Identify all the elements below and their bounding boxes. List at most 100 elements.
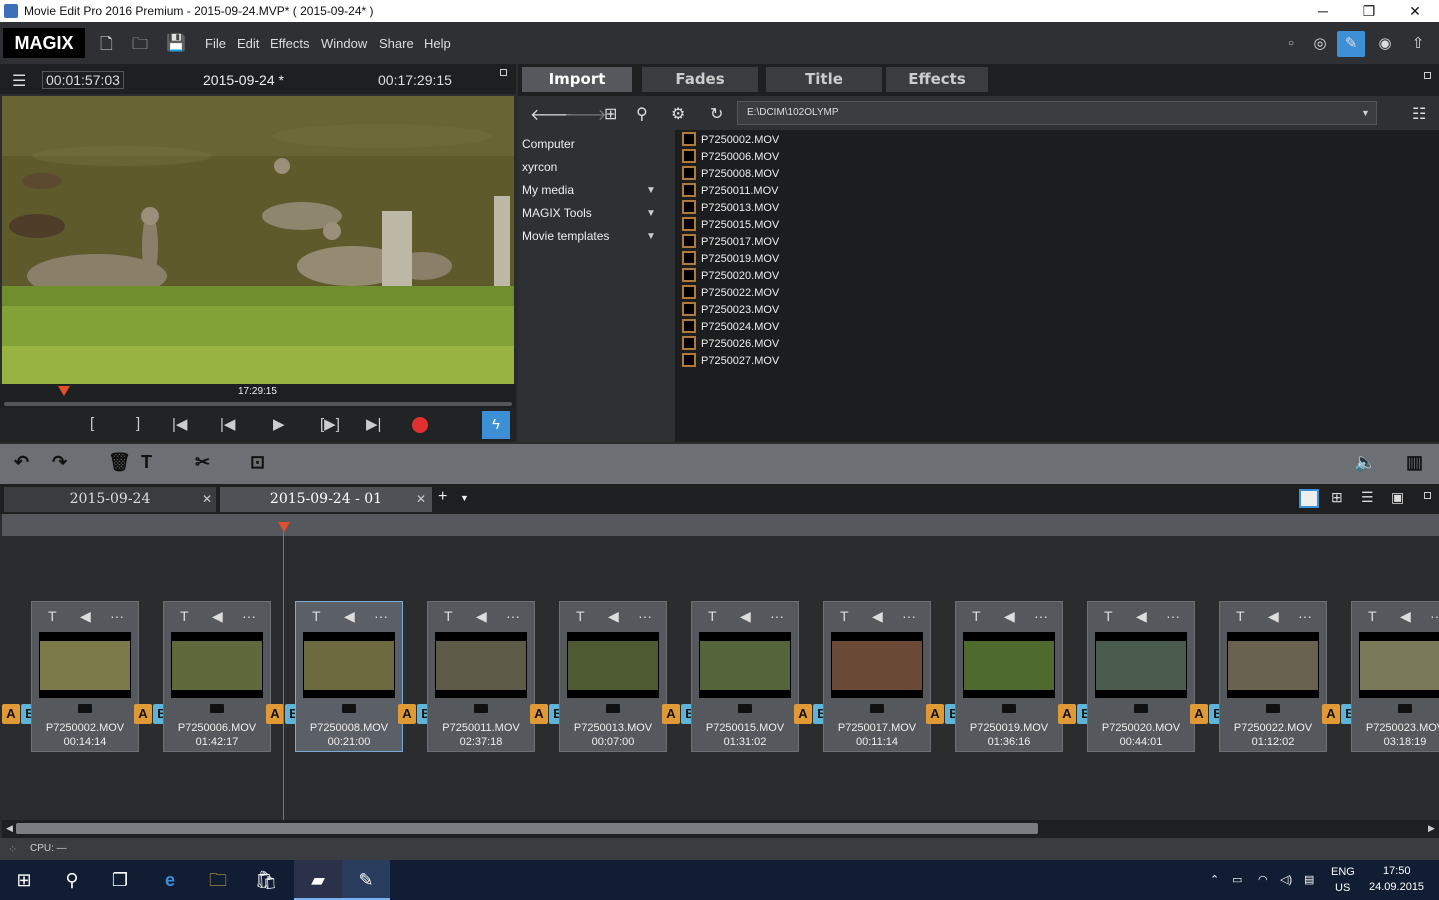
timeline-view-icon[interactable]: ☰ bbox=[1361, 489, 1374, 506]
disc-icon[interactable]: ◉ bbox=[1371, 31, 1399, 57]
scene-view-icon[interactable]: ⊞ bbox=[1331, 489, 1343, 506]
text-icon[interactable]: T bbox=[180, 608, 189, 624]
scroll-right-icon[interactable]: ▶ bbox=[1428, 823, 1435, 834]
forward-arrow-icon[interactable]: 🡒 bbox=[564, 104, 607, 125]
mark-out-icon[interactable]: ] bbox=[136, 415, 140, 432]
movie-edit-app-icon[interactable]: ✎ bbox=[342, 860, 390, 900]
a-marker[interactable]: A bbox=[530, 704, 548, 724]
more-icon[interactable]: ··· bbox=[242, 608, 256, 624]
battery-icon[interactable]: ▭ bbox=[1232, 873, 1242, 886]
wifi-icon[interactable]: ◠ bbox=[1258, 873, 1268, 886]
clip[interactable]: T ◀ ··· P7250011.MOV 02:37:18 bbox=[427, 601, 535, 752]
more-icon[interactable]: ··· bbox=[1298, 608, 1312, 624]
a-marker[interactable]: A bbox=[926, 704, 944, 724]
clip[interactable]: T ◀ ··· P7250022.MOV 01:12:02 bbox=[1219, 601, 1327, 752]
clip[interactable]: T ◀ ··· P7250013.MOV 00:07:00 bbox=[559, 601, 667, 752]
volume-icon[interactable]: ◀ bbox=[344, 608, 355, 625]
menu-effects[interactable]: Effects bbox=[270, 36, 310, 51]
windows-start-icon[interactable]: ⊞ bbox=[0, 860, 48, 900]
open-folder-icon[interactable]: 🗀 bbox=[132, 33, 148, 60]
text-icon[interactable]: T bbox=[1104, 608, 1113, 624]
more-icon[interactable]: ··· bbox=[638, 608, 652, 624]
settings-icon[interactable]: ⚙ bbox=[671, 104, 685, 124]
text-icon[interactable]: T bbox=[840, 608, 849, 624]
tree-item-computer[interactable]: Computer bbox=[522, 137, 575, 151]
scroll-thumb[interactable] bbox=[16, 823, 1038, 834]
chevron-down-icon[interactable]: ▼ bbox=[646, 231, 656, 242]
clip[interactable]: T ◀ ··· P7250017.MOV 00:11:14 bbox=[823, 601, 931, 752]
clip[interactable]: T ◀ ··· P7250015.MOV 01:31:02 bbox=[691, 601, 799, 752]
text-icon[interactable]: T bbox=[48, 608, 57, 624]
undock-timeline-icon[interactable] bbox=[1424, 492, 1431, 499]
cut-icon[interactable]: ✂ bbox=[195, 452, 210, 473]
more-icon[interactable]: ··· bbox=[1430, 608, 1439, 624]
volume-icon[interactable]: ◀ bbox=[872, 608, 883, 625]
upload-icon[interactable]: ⇧ bbox=[1404, 31, 1432, 57]
text-icon[interactable]: T bbox=[1368, 608, 1377, 624]
file-explorer-icon[interactable]: 🗀 bbox=[194, 860, 242, 900]
timeline-ruler[interactable] bbox=[2, 514, 1439, 536]
menu-share[interactable]: Share bbox=[379, 36, 414, 51]
menu-window[interactable]: Window bbox=[321, 36, 367, 51]
record-button[interactable] bbox=[412, 417, 428, 433]
path-field[interactable]: E:\DCIM\102OLYMP bbox=[737, 101, 1377, 125]
stereo-icon[interactable]: ◎ bbox=[1306, 31, 1334, 57]
region-code[interactable]: US bbox=[1335, 882, 1350, 894]
close-icon[interactable]: ✕ bbox=[202, 487, 212, 512]
a-marker[interactable]: A bbox=[266, 704, 284, 724]
tree-item-movie-templates[interactable]: Movie templates bbox=[522, 229, 609, 243]
previous-frame-icon[interactable]: |◀ bbox=[220, 415, 235, 433]
a-marker[interactable]: A bbox=[1190, 704, 1208, 724]
notifications-icon[interactable]: ▤ bbox=[1304, 873, 1314, 886]
refresh-icon[interactable]: ↻ bbox=[710, 104, 723, 124]
project-tab-active[interactable]: 2015-09-24 - 01 ✕ bbox=[220, 487, 432, 512]
clip[interactable]: T ◀ ··· P7250020.MOV 00:44:01 bbox=[1087, 601, 1195, 752]
tab-title[interactable]: Title bbox=[766, 67, 882, 92]
clip[interactable]: T ◀ ··· P7250023.MOV 03:18:19 bbox=[1351, 601, 1439, 752]
minimize-button[interactable]: ─ bbox=[1300, 0, 1346, 22]
a-marker[interactable]: A bbox=[134, 704, 152, 724]
scrub-bar[interactable]: 17:29:15 bbox=[0, 384, 516, 408]
tree-item-xyrcon[interactable]: xyrcon bbox=[522, 160, 557, 174]
a-marker[interactable]: A bbox=[1058, 704, 1076, 724]
volume-icon[interactable]: ◀ bbox=[1004, 608, 1015, 625]
scrub-marker-icon[interactable] bbox=[58, 386, 70, 396]
file-item[interactable]: P7250023.MOV bbox=[682, 302, 779, 319]
file-item[interactable]: P7250002.MOV bbox=[682, 132, 779, 149]
project-tab[interactable]: 2015-09-24 ✕ bbox=[4, 487, 216, 512]
close-icon[interactable]: ✕ bbox=[416, 487, 426, 512]
language-code[interactable]: ENG bbox=[1331, 866, 1355, 878]
file-item[interactable]: P7250008.MOV bbox=[682, 166, 779, 183]
volume-icon[interactable]: ◀ bbox=[740, 608, 751, 625]
chevron-down-icon[interactable]: ▼ bbox=[646, 185, 656, 196]
undock-icon[interactable] bbox=[500, 69, 507, 76]
more-icon[interactable]: ··· bbox=[770, 608, 784, 624]
volume-icon[interactable]: 🔈 bbox=[1354, 452, 1376, 473]
playhead-marker-icon[interactable] bbox=[278, 522, 290, 532]
undock-media-icon[interactable] bbox=[1424, 72, 1431, 79]
clip[interactable]: T ◀ ··· P7250006.MOV 01:42:17 bbox=[163, 601, 271, 752]
file-item[interactable]: P7250019.MOV bbox=[682, 251, 779, 268]
insert-icon[interactable]: ⊡ bbox=[250, 452, 265, 473]
clip[interactable]: T ◀ ··· P7250019.MOV 01:36:16 bbox=[955, 601, 1063, 752]
go-to-end-icon[interactable]: ▶| bbox=[366, 415, 381, 433]
text-icon[interactable]: T bbox=[972, 608, 981, 624]
multicam-view-icon[interactable]: ▣ bbox=[1391, 489, 1404, 506]
volume-icon[interactable]: ◀ bbox=[1268, 608, 1279, 625]
file-item[interactable]: P7250015.MOV bbox=[682, 217, 779, 234]
file-item[interactable]: P7250022.MOV bbox=[682, 285, 779, 302]
text-icon[interactable]: T bbox=[576, 608, 585, 624]
tray-chevron-icon[interactable]: ⌃ bbox=[1210, 873, 1219, 886]
a-marker[interactable]: A bbox=[1322, 704, 1340, 724]
flash-icon[interactable]: ϟ bbox=[482, 411, 510, 439]
file-item[interactable]: P7250017.MOV bbox=[682, 234, 779, 251]
magic-tool-icon[interactable]: ✎ bbox=[1337, 31, 1365, 57]
list-view-icon[interactable]: ☷ bbox=[1412, 104, 1426, 124]
undo-icon[interactable]: ↶ bbox=[14, 452, 29, 473]
text-icon[interactable]: T bbox=[1236, 608, 1245, 624]
volume-icon[interactable]: ◀ bbox=[476, 608, 487, 625]
tree-item-my-media[interactable]: My media bbox=[522, 183, 574, 197]
text-icon[interactable]: T bbox=[708, 608, 717, 624]
a-marker[interactable]: A bbox=[662, 704, 680, 724]
clip-selected[interactable]: T ◀ ··· P7250008.MOV 00:21:00 bbox=[295, 601, 403, 752]
